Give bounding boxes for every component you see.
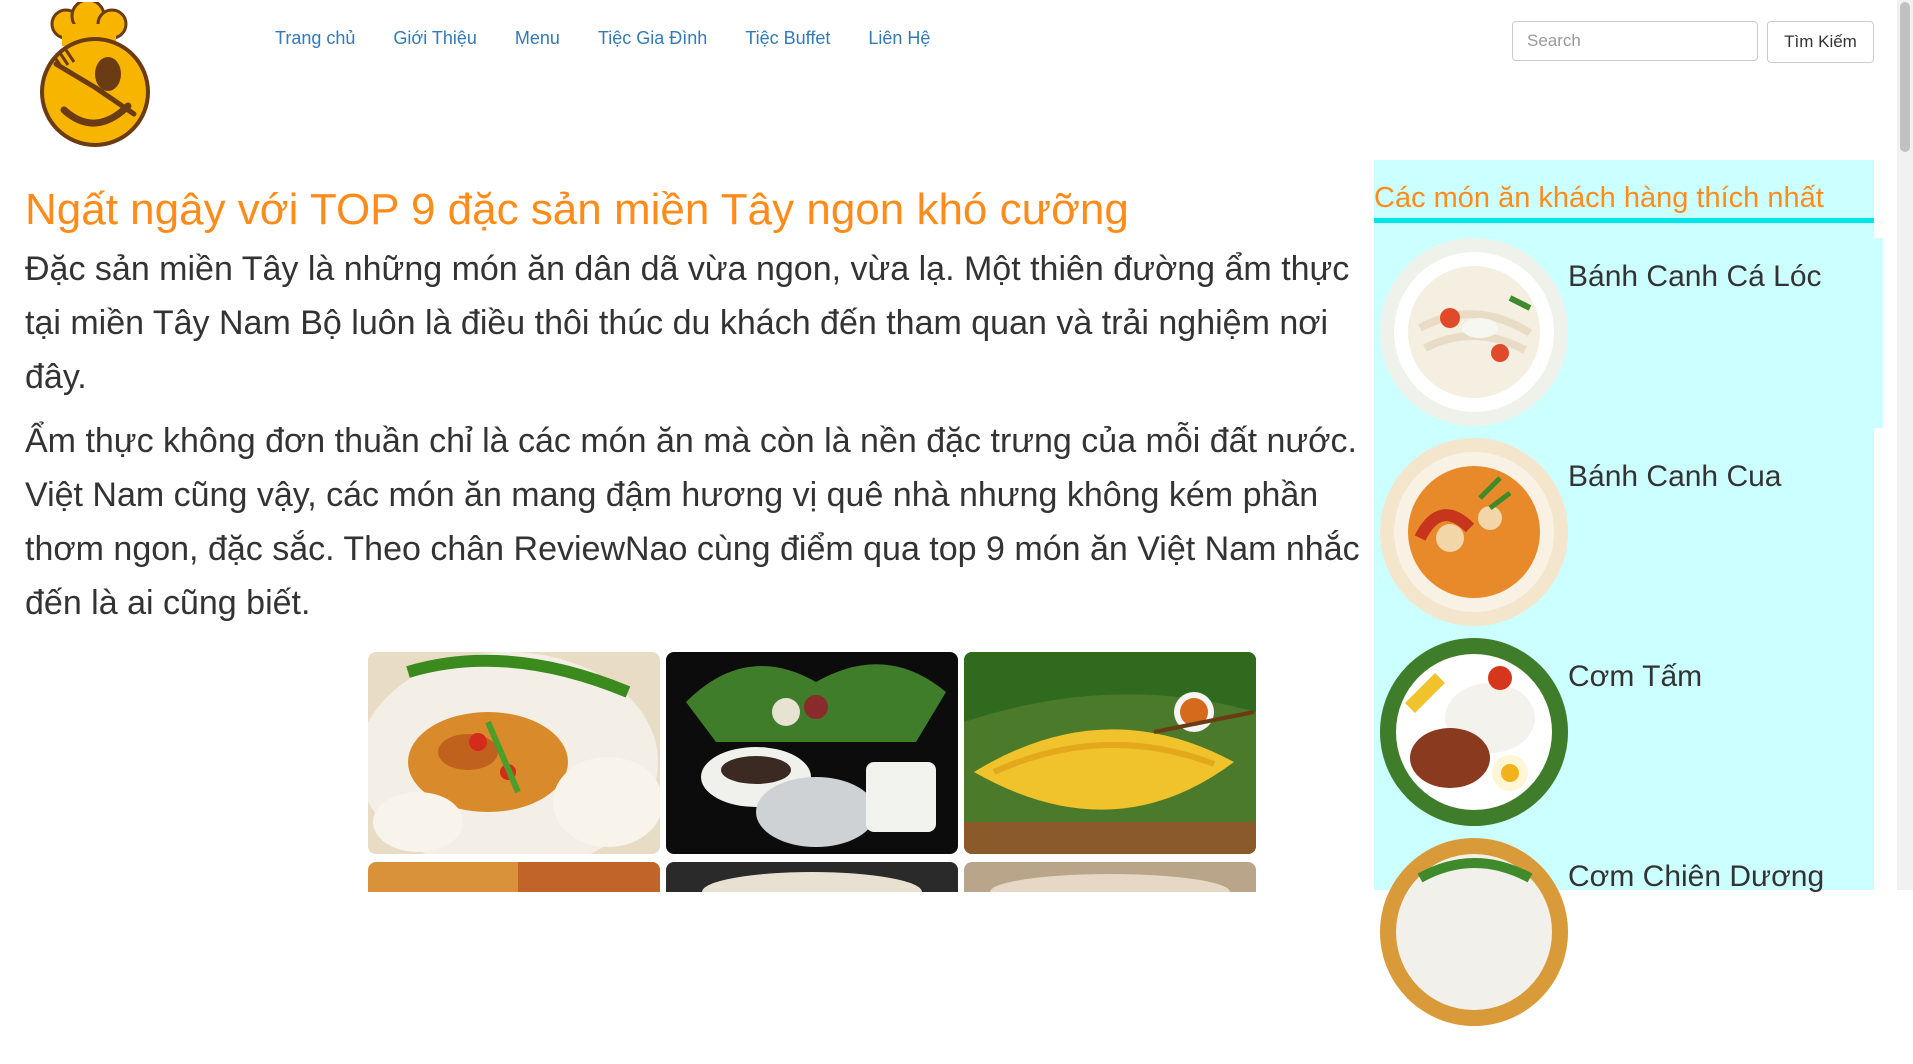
- gallery-image-5: [666, 862, 958, 1064]
- gallery-image-banh-hoi: [666, 652, 958, 854]
- dish-name: Cơm Chiên Dương: [1568, 860, 1825, 893]
- dish-name: Bánh Canh Cá Lóc: [1568, 260, 1822, 293]
- main-nav: Trang chủ Giới Thiệu Menu Tiệc Gia Đình …: [256, 28, 949, 49]
- article-paragraph-2: Ẩm thực không đơn thuần chỉ là các món ă…: [25, 422, 1360, 622]
- dish-image: [1380, 238, 1568, 426]
- favorite-dishes-sidebar: Các món ăn khách hàng thích nhất Bánh Ca…: [1374, 160, 1883, 1026]
- dish-item-banh-canh-ca-loc[interactable]: Bánh Canh Cá Lóc: [1378, 238, 1883, 428]
- chef-logo-icon: [40, 0, 150, 147]
- gallery-image-6: [964, 862, 1256, 1064]
- nav-gioi-thieu[interactable]: Giới Thiệu: [374, 28, 496, 49]
- sidebar-divider: [1374, 218, 1874, 223]
- article: Ngất ngây với TOP 9 đặc sản miền Tây ngo…: [25, 178, 1365, 640]
- dish-name: Bánh Canh Cua: [1568, 460, 1782, 493]
- gallery-image-4: [368, 862, 660, 1064]
- scrollbar-thumb[interactable]: [1900, 2, 1910, 152]
- dish-image: [1380, 638, 1568, 826]
- page-scrollbar[interactable]: [1897, 0, 1913, 890]
- dish-image: [1380, 438, 1568, 626]
- gallery-image-banh-beo: [368, 652, 660, 854]
- search-button[interactable]: Tìm Kiếm: [1767, 21, 1874, 63]
- dish-item-com-chien-duong[interactable]: Cơm Chiên Dương: [1378, 838, 1883, 1028]
- dish-name: Cơm Tấm: [1568, 660, 1703, 693]
- nav-tiec-buffet[interactable]: Tiệc Buffet: [726, 28, 849, 49]
- article-title: Ngất ngây với TOP 9 đặc sản miền Tây ngo…: [25, 185, 1129, 234]
- site-logo[interactable]: [36, 0, 154, 148]
- nav-tiec-gia-dinh[interactable]: Tiệc Gia Đình: [579, 28, 726, 49]
- search-input[interactable]: [1512, 21, 1758, 61]
- article-paragraph-1: Đặc sản miền Tây là những món ăn dân dã …: [25, 250, 1350, 396]
- sidebar-title: Các món ăn khách hàng thích nhất: [1374, 182, 1824, 214]
- nav-trang-chu[interactable]: Trang chủ: [256, 28, 374, 49]
- nav-menu[interactable]: Menu: [496, 28, 579, 49]
- gallery-image-banh-xeo: [964, 652, 1256, 854]
- dish-image: [1380, 838, 1568, 1026]
- dish-item-banh-canh-cua[interactable]: Bánh Canh Cua: [1378, 438, 1883, 628]
- nav-lien-he[interactable]: Liên Hệ: [849, 28, 949, 49]
- dish-item-com-tam[interactable]: Cơm Tấm: [1378, 638, 1883, 828]
